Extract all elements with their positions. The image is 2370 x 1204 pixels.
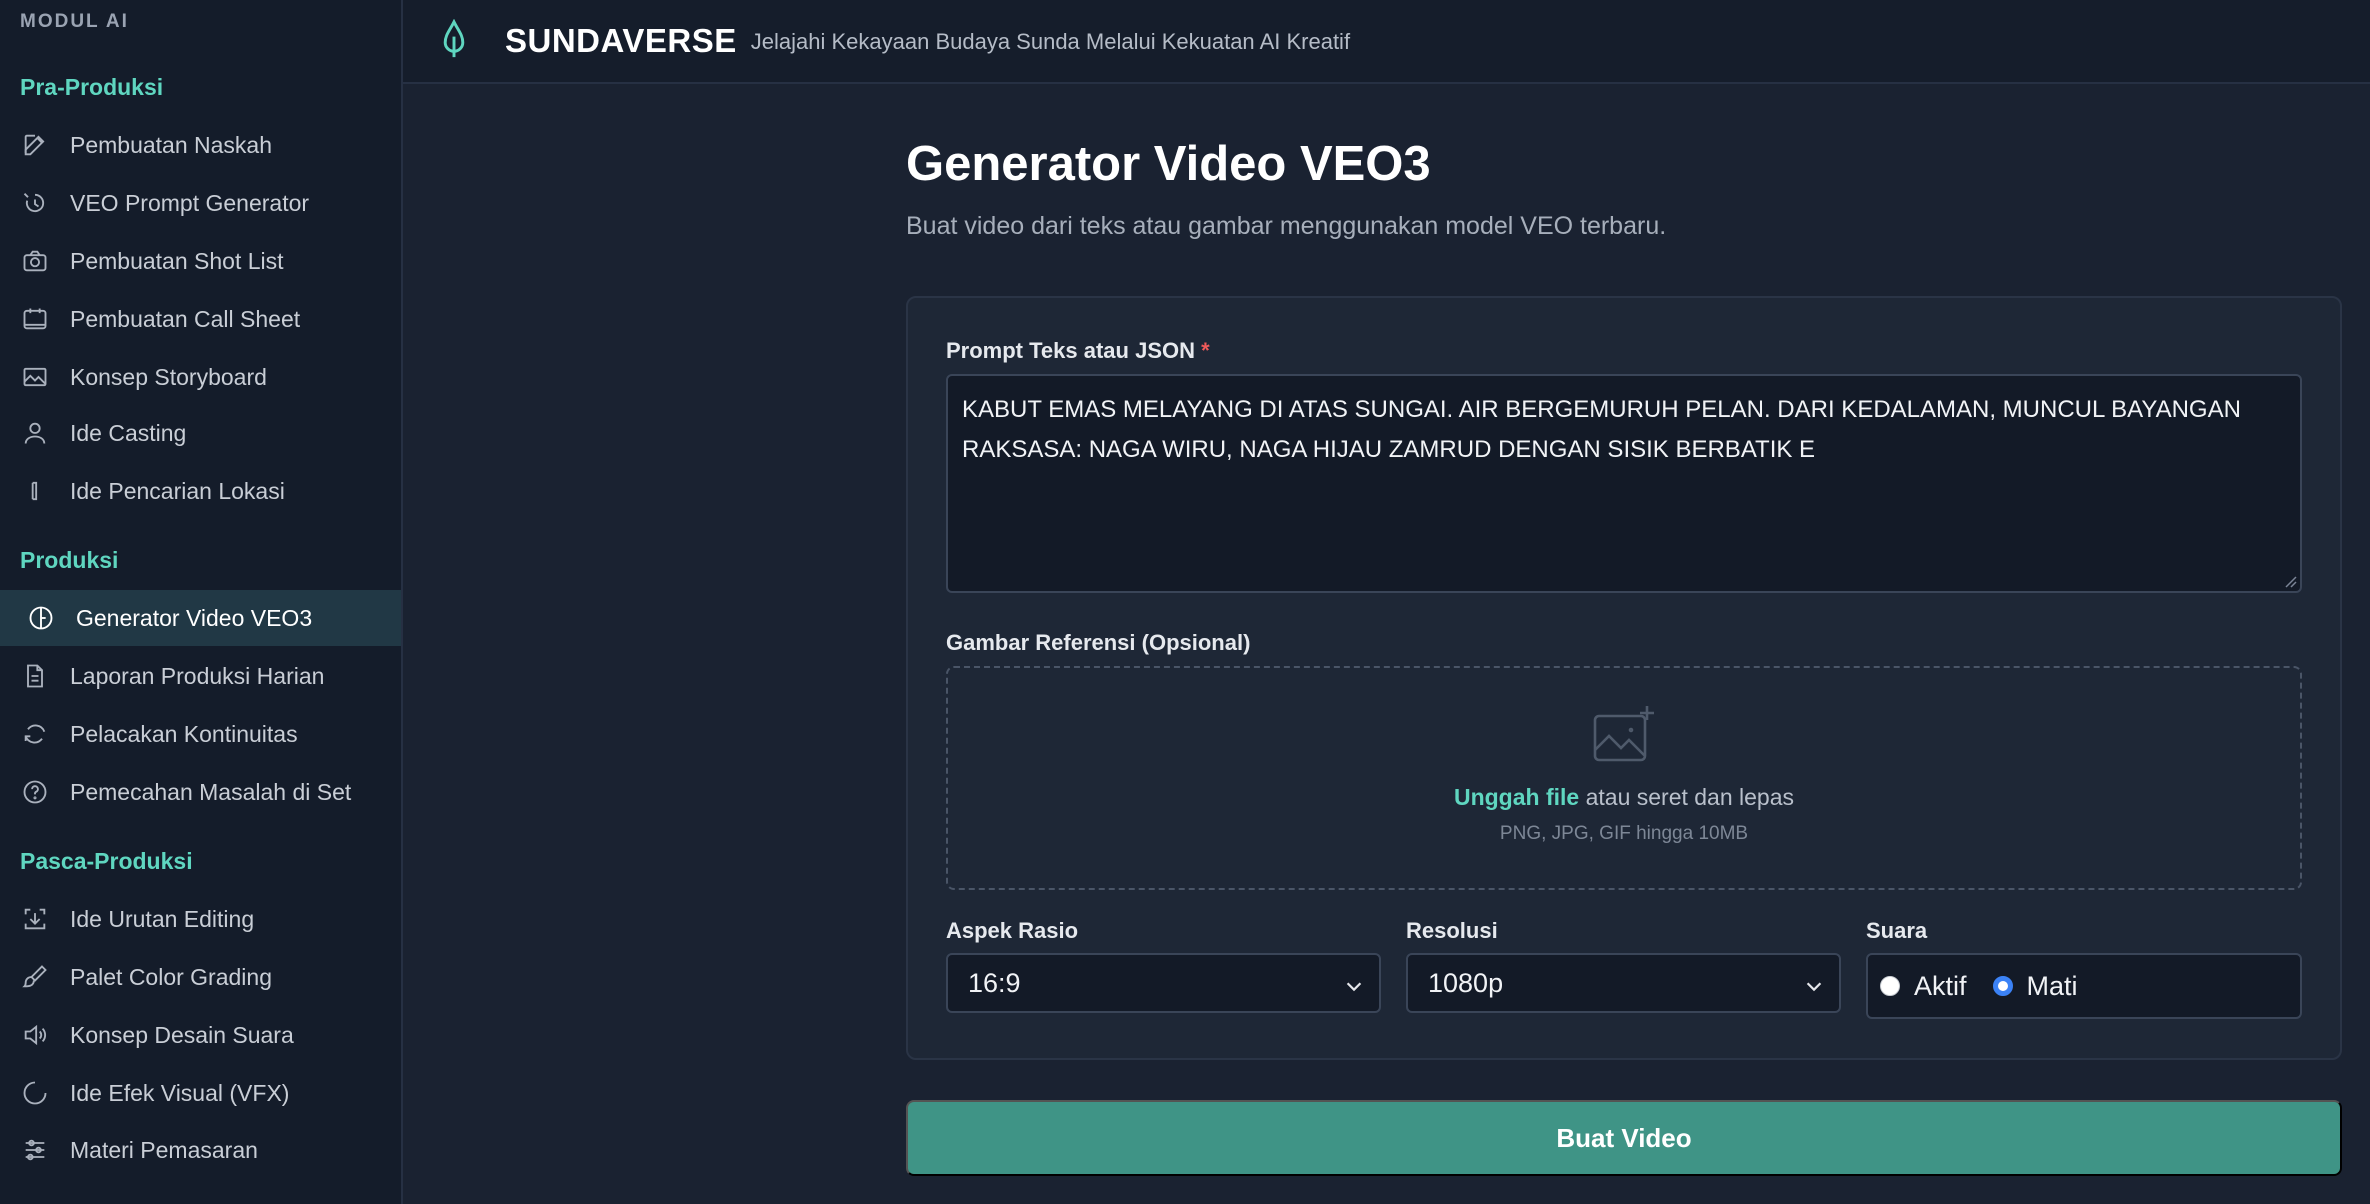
sidebar: MODUL AI Pra-Produksi Pembuatan Naskah V… — [0, 0, 403, 1204]
speaker-icon — [20, 1020, 50, 1050]
camera-icon — [20, 246, 50, 276]
user-icon — [20, 418, 50, 448]
page-subtitle: Buat video dari teks atau gambar menggun… — [906, 212, 1667, 240]
prompt-label: Prompt Teks atau JSON * — [946, 338, 1210, 363]
refresh-arrow-icon — [20, 719, 50, 749]
sidebar-item-label: VEO Prompt Generator — [70, 189, 310, 216]
document-icon — [20, 661, 50, 691]
sidebar-item-palet-color-grading[interactable]: Palet Color Grading — [0, 949, 401, 1005]
section-label-pasca-produksi: Pasca-Produksi — [20, 848, 193, 874]
sidebar-item-konsep-desain-suara[interactable]: Konsep Desain Suara — [0, 1007, 401, 1063]
sound-option-mati[interactable]: Mati — [1992, 970, 2078, 1002]
sidebar-item-pembuatan-naskah[interactable]: Pembuatan Naskah — [0, 117, 401, 173]
sidebar-item-label: Materi Pemasaran — [70, 1136, 258, 1163]
upload-hint: PNG, JPG, GIF hingga 10MB — [1499, 823, 1749, 844]
sound-option-label: Mati — [2026, 970, 2078, 1001]
circle-icon — [20, 1078, 50, 1108]
sidebar-item-label: Ide Casting — [70, 419, 187, 446]
brand-tagline: Jelajahi Kekayaan Budaya Sunda Melalui K… — [750, 29, 1351, 54]
sidebar-item-label: Pembuatan Shot List — [70, 247, 284, 274]
upload-drag-text: atau seret dan lepas — [1579, 784, 1795, 810]
radio-unchecked-icon[interactable] — [1880, 976, 1900, 996]
video-form-card: Prompt Teks atau JSON * KABUT EMAS MELAY… — [906, 296, 2342, 1060]
sidebar-item-pemecahan-masalah-di-set[interactable]: Pemecahan Masalah di Set — [0, 764, 401, 820]
sidebar-item-ide-pencarian-lokasi[interactable]: Ide Pencarian Lokasi — [0, 463, 401, 519]
map-pin-icon — [20, 476, 50, 506]
clock-half-icon — [26, 603, 56, 633]
sidebar-item-konsep-storyboard[interactable]: Konsep Storyboard — [0, 349, 401, 405]
create-video-button[interactable]: Buat Video — [906, 1100, 2342, 1176]
sidebar-item-label: Laporan Produksi Harian — [70, 662, 325, 689]
image-add-icon — [1591, 704, 1657, 766]
sidebar-item-label: Konsep Storyboard — [70, 363, 267, 390]
sidebar-item-ide-efek-visual[interactable]: Ide Efek Visual (VFX) — [0, 1065, 401, 1121]
resolution-select[interactable]: 1080p — [1406, 953, 1841, 1013]
flame-drop-icon — [439, 17, 475, 65]
upload-file-link[interactable]: Unggah file — [1454, 784, 1579, 810]
upload-line: Unggah file atau seret dan lepas — [1454, 784, 1794, 811]
image-icon — [20, 362, 50, 392]
sidebar-item-label: Ide Urutan Editing — [70, 905, 255, 932]
sidebar-item-label: Pembuatan Naskah — [70, 131, 273, 158]
prompt-text: KABUT EMAS MELAYANG DI ATAS SUNGAI. AIR … — [962, 396, 2241, 463]
sidebar-item-label: Pelacakan Kontinuitas — [70, 720, 298, 747]
resize-handle-icon[interactable] — [2283, 574, 2297, 588]
calendar-icon — [20, 304, 50, 334]
sidebar-item-label: Palet Color Grading — [70, 963, 272, 990]
sidebar-header: MODUL AI — [20, 11, 129, 32]
pencil-square-icon — [20, 130, 50, 160]
chevron-down-icon — [1803, 973, 1825, 995]
sidebar-item-label: Generator Video VEO3 — [76, 604, 313, 631]
sidebar-item-veo-prompt-generator[interactable]: VEO Prompt Generator — [0, 175, 401, 231]
chevron-down-icon — [1343, 973, 1365, 995]
resolution-value: 1080p — [1428, 967, 1504, 998]
question-circle-icon — [20, 777, 50, 807]
section-label-pra-produksi: Pra-Produksi — [20, 74, 164, 100]
aspect-ratio-select[interactable]: 16:9 — [946, 953, 1381, 1013]
sound-radio-group: Aktif Mati — [1866, 953, 2302, 1019]
sidebar-item-label: Ide Efek Visual (VFX) — [70, 1079, 290, 1106]
download-tray-icon — [20, 904, 50, 934]
prompt-textarea[interactable]: KABUT EMAS MELAYANG DI ATAS SUNGAI. AIR … — [946, 374, 2302, 593]
sidebar-item-pembuatan-call-sheet[interactable]: Pembuatan Call Sheet — [0, 291, 401, 347]
sidebar-item-label: Konsep Desain Suara — [70, 1021, 294, 1048]
sidebar-item-ide-urutan-editing[interactable]: Ide Urutan Editing — [0, 891, 401, 947]
sidebar-item-laporan-produksi-harian[interactable]: Laporan Produksi Harian — [0, 648, 401, 704]
page-title: Generator Video VEO3 — [906, 137, 1431, 191]
sidebar-item-pelacakan-kontinuitas[interactable]: Pelacakan Kontinuitas — [0, 706, 401, 762]
sound-label: Suara — [1866, 918, 1928, 943]
brand-name: SUNDAVERSE — [505, 22, 737, 59]
sound-option-aktif[interactable]: Aktif — [1880, 971, 1967, 1002]
brush-icon — [20, 962, 50, 992]
reference-label: Gambar Referensi (Opsional) — [946, 630, 1251, 655]
aspect-ratio-value: 16:9 — [968, 967, 1021, 998]
radio-checked-icon[interactable] — [1992, 976, 2013, 996]
sidebar-item-label: Pembuatan Call Sheet — [70, 305, 301, 332]
sidebar-item-pembuatan-shot-list[interactable]: Pembuatan Shot List — [0, 233, 401, 289]
aspect-ratio-label: Aspek Rasio — [946, 918, 1079, 943]
sidebar-item-ide-casting[interactable]: Ide Casting — [0, 405, 401, 461]
sidebar-item-materi-pemasaran[interactable]: Materi Pemasaran — [0, 1122, 401, 1178]
resolution-label: Resolusi — [1406, 918, 1498, 943]
sidebar-item-label: Pemecahan Masalah di Set — [70, 778, 352, 805]
sliders-icon — [20, 1135, 50, 1165]
wand-sparkle-icon — [20, 188, 50, 218]
sidebar-item-generator-video-veo3[interactable]: Generator Video VEO3 — [0, 590, 401, 646]
sound-option-label: Aktif — [1914, 970, 1967, 1001]
required-mark: * — [1201, 338, 1210, 363]
section-label-produksi: Produksi — [20, 547, 119, 573]
sidebar-item-label: Ide Pencarian Lokasi — [70, 477, 285, 504]
top-bar: SUNDAVERSE Jelajahi Kekayaan Budaya Sund… — [403, 0, 2370, 84]
image-dropzone[interactable]: Unggah file atau seret dan lepas PNG, JP… — [946, 666, 2302, 890]
